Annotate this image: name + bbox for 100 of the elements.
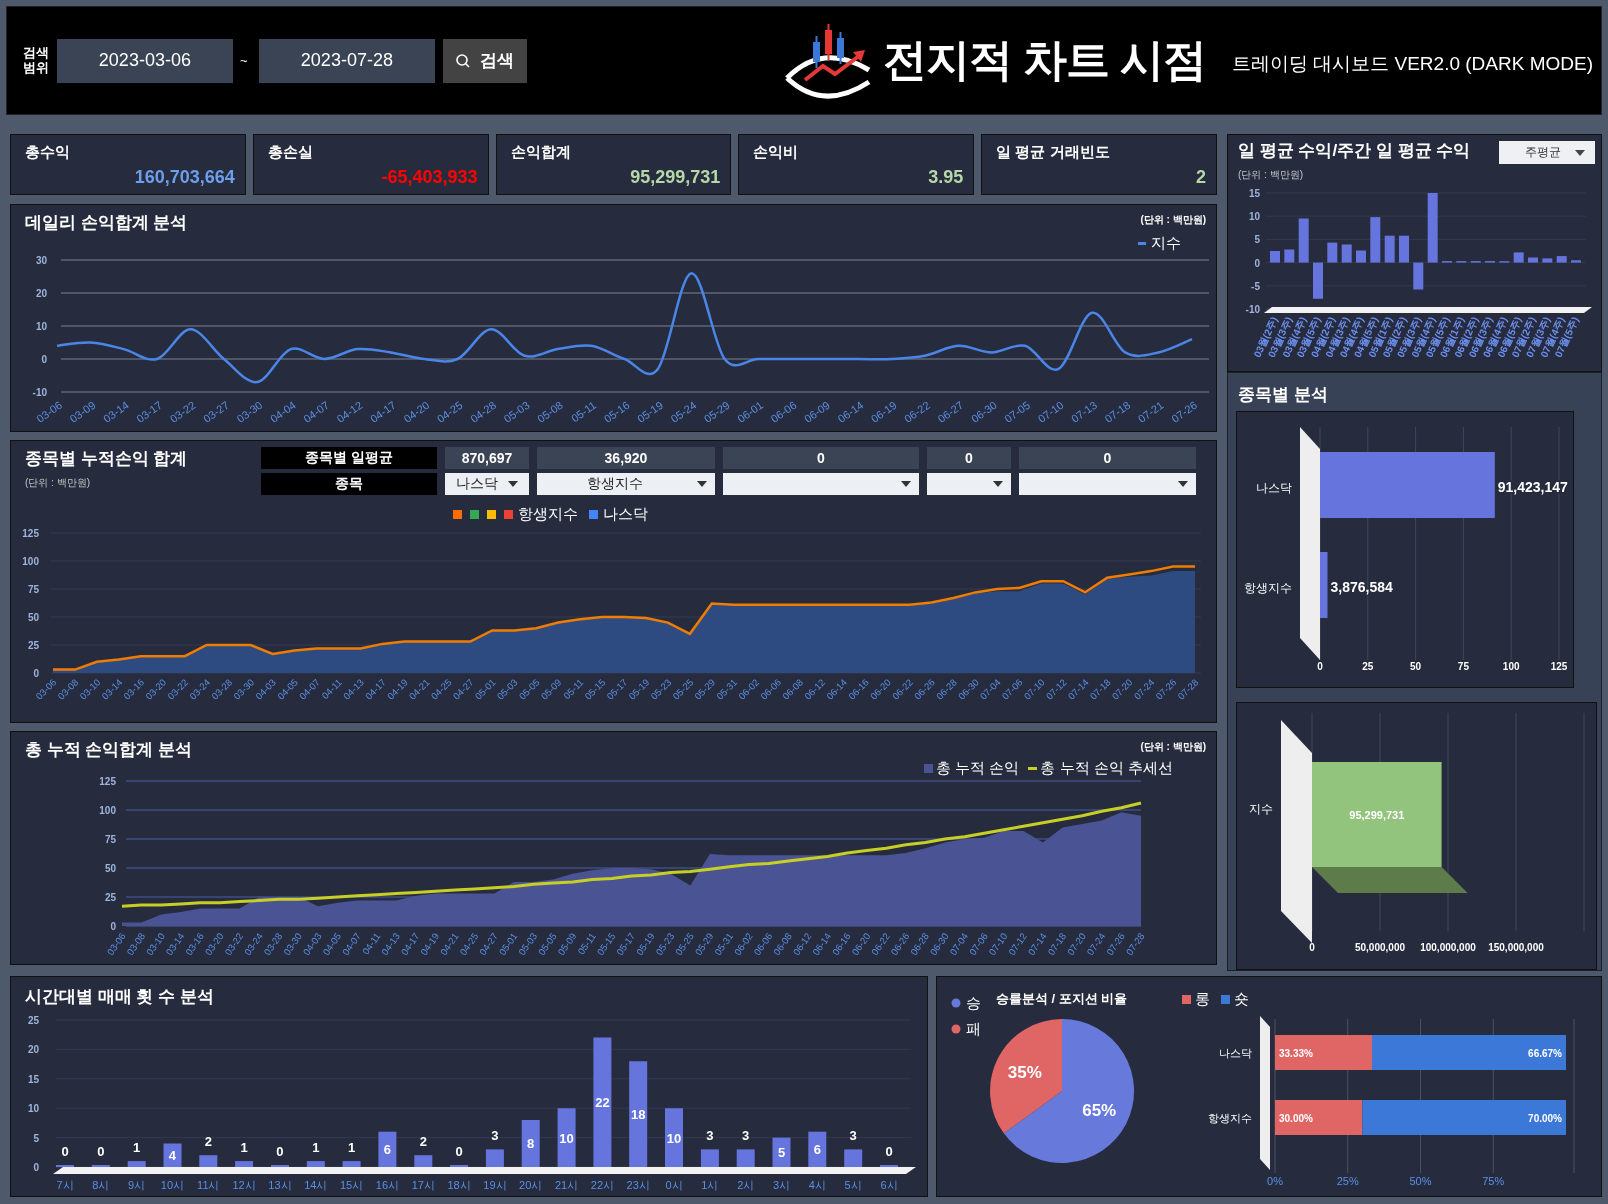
legend-dot — [951, 1024, 961, 1034]
bar — [306, 1161, 325, 1167]
axis-tick-label: 5 — [33, 1132, 39, 1144]
axis-tick-label: 50% — [1409, 1175, 1432, 1187]
axis-tick-label: 5 — [1254, 234, 1260, 246]
axis-tick-label: 17시 — [411, 1179, 435, 1191]
bar — [665, 1108, 683, 1167]
value-label: 10 — [666, 1130, 682, 1146]
axis-tick-label: 20 — [27, 1044, 39, 1056]
bar — [1413, 262, 1424, 290]
symbol-dropdown[interactable]: 항생지수 — [537, 473, 715, 495]
bar — [235, 1161, 254, 1167]
axis-tick-label: 4시 — [808, 1179, 826, 1191]
axis-tick-label: 75 — [27, 584, 39, 595]
symbol-dropdown[interactable]: 나스닥 — [445, 473, 529, 495]
category-label: 나스닥 — [1219, 1047, 1252, 1059]
caret-icon — [993, 481, 1003, 487]
bar — [700, 1149, 719, 1167]
axis-tick-label: 0시 — [665, 1179, 683, 1191]
value-label: 65% — [1082, 1100, 1117, 1120]
value-label: 1 — [240, 1140, 248, 1156]
panel-title: 시간대별 매매 횟 수 분석 — [25, 986, 214, 1008]
axis-tick-label: 30 — [35, 255, 47, 266]
unit-label: (단위 : 백만원) — [1140, 740, 1206, 754]
bar — [1298, 218, 1309, 263]
legend-label: 총 누적 손익 — [936, 759, 1020, 778]
date-field[interactable]: 2023-03-06 — [56, 38, 233, 83]
section-title: 종목별 분석 — [1238, 384, 1329, 406]
axis-tick-label: 25 — [1362, 661, 1374, 672]
axis-tick-label: -10 — [1245, 304, 1260, 315]
bar — [1313, 262, 1323, 299]
value-label: 95,299,731 — [1349, 809, 1405, 821]
bar — [1341, 244, 1352, 263]
axis-tick-label: 125 — [22, 528, 39, 539]
search-icon — [455, 52, 472, 69]
value-label: 6 — [383, 1142, 392, 1158]
caret-icon — [901, 481, 911, 487]
axis-tick-label: 0 — [41, 354, 47, 365]
axis-tick-label: 75 — [1457, 661, 1469, 672]
bar — [1556, 256, 1567, 263]
period-dropdown[interactable]: 주평균 — [1499, 141, 1595, 164]
axis-tick-label: 10시 — [160, 1179, 185, 1191]
axis-tick-label: 100,000,000 — [1420, 942, 1476, 953]
date-field[interactable]: 2023-07-28 — [258, 38, 435, 83]
axis-tick-label: 18시 — [447, 1179, 471, 1191]
axis-tick-label: 9시 — [128, 1179, 146, 1191]
axis-tick-label: -5 — [1251, 280, 1260, 292]
bar — [1370, 217, 1381, 263]
category-label: 지수 — [1249, 802, 1273, 816]
kpi-label: 손익비 — [753, 143, 800, 162]
bar — [808, 1131, 827, 1167]
bar — [844, 1149, 863, 1167]
axis-tick-label: 16시 — [375, 1179, 400, 1191]
axis-tick-label: 150,000,000 — [1488, 942, 1544, 953]
axis-tick-label: 50 — [1410, 661, 1422, 672]
axis-tick-label: 25% — [1336, 1175, 1359, 1187]
bar — [1270, 251, 1280, 263]
range-separator: ~ — [239, 53, 249, 68]
axis-tick-label: 8시 — [92, 1179, 110, 1191]
kpi-value: 2 — [1195, 167, 1206, 188]
value-label: 91,423,147 — [1497, 479, 1568, 495]
value-label: 1 — [133, 1140, 141, 1156]
legend-label: 총 누적 손익 추세선 — [1040, 759, 1173, 778]
average-value: 0 — [1019, 447, 1196, 469]
value-label: 2 — [204, 1134, 212, 1150]
symbol-dropdown[interactable] — [1019, 473, 1196, 495]
category-label: 항생지수 — [1244, 581, 1292, 595]
bar — [342, 1161, 361, 1167]
kpi-label: 총수익 — [25, 143, 71, 162]
symbol-dropdown[interactable] — [927, 473, 1011, 495]
symbol-dropdown[interactable] — [723, 473, 919, 495]
bar — [1327, 242, 1338, 263]
bar — [127, 1161, 146, 1167]
kpi-value: 95,299,731 — [630, 167, 721, 188]
axis-tick-label: 3시 — [772, 1179, 791, 1191]
panel-title: 총 누적 손익합계 분석 — [25, 739, 193, 761]
bar — [414, 1155, 433, 1167]
axis-tick-label: 5시 — [844, 1179, 862, 1191]
panel-title: 종목별 누적손익 합계 — [25, 448, 189, 470]
axis-tick-label: 0 — [110, 921, 116, 932]
panel-title: 데일리 손익합계 분석 — [25, 212, 188, 234]
bar — [1320, 552, 1328, 618]
value-label: 0 — [276, 1144, 284, 1159]
value-label: 1 — [348, 1140, 356, 1156]
axis-tick-label: 50 — [104, 863, 116, 874]
value-label: 70.00% — [1528, 1113, 1562, 1124]
value-label: 6 — [813, 1142, 821, 1158]
bar — [199, 1155, 218, 1167]
axis-tick-label: 50 — [27, 612, 39, 623]
value-label: 0 — [61, 1144, 69, 1159]
legend-label: 승 — [966, 994, 981, 1011]
search-button[interactable]: 검색 — [442, 38, 527, 83]
axis-tick-label: 23시 — [626, 1179, 650, 1191]
axis-tick-label: 100 — [99, 805, 116, 816]
panel-title: 일 평균 수익/주간 일 평균 수익 — [1238, 140, 1471, 162]
kpi-value: 160,703,664 — [134, 167, 235, 188]
value-label: 2 — [419, 1134, 427, 1150]
category-label: 나스닥 — [1256, 481, 1292, 495]
value-label: 8 — [527, 1136, 535, 1152]
axis-tick-label: 15시 — [340, 1179, 364, 1191]
